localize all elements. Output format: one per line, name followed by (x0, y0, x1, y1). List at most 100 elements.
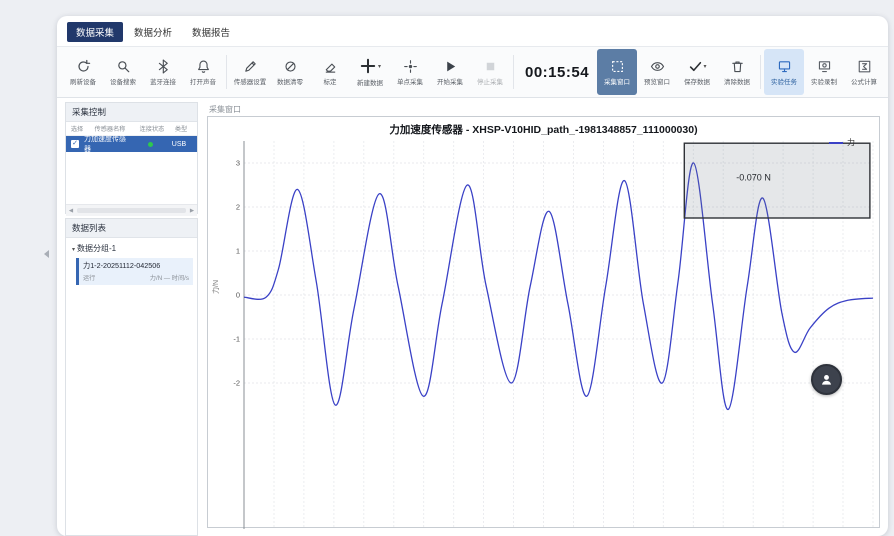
legend-series-name: 力 (847, 137, 855, 148)
trash-icon (730, 59, 745, 74)
plus-icon (359, 57, 377, 75)
button-label: 新建数据 (357, 77, 383, 87)
toolbar-separator (226, 55, 227, 89)
toolbar-separator (513, 55, 514, 89)
button-label: 打开声音 (190, 76, 216, 86)
button-label: 设备搜索 (110, 76, 136, 86)
formula-calc-button[interactable]: 公式计算 (844, 49, 884, 95)
bluetooth-connect-button[interactable]: 蓝牙连接 (143, 49, 183, 95)
y-tick-label: -2 (233, 379, 240, 388)
button-label: 传感器设置 (234, 76, 267, 86)
check-icon (688, 59, 703, 74)
button-label: 刷新设备 (70, 76, 96, 86)
scrollbar-track[interactable] (77, 208, 186, 213)
y-tick-label: 0 (236, 291, 240, 300)
collect-window-button[interactable]: 采集窗口 (597, 49, 637, 95)
tree-caret-icon: ▾ (72, 247, 75, 253)
sensor-row[interactable]: ✓ 力加速度传感器 USB (66, 136, 197, 152)
scroll-left-arrow[interactable]: ◀ (66, 208, 76, 214)
toolbar-separator (760, 55, 761, 89)
column-select: 选择 (68, 124, 86, 133)
legend-line-swatch (829, 142, 843, 144)
sensor-settings-button[interactable]: 传感器设置 (230, 49, 270, 95)
experiment-record-button[interactable]: 实验录制 (804, 49, 844, 95)
monitor-tasks-icon (777, 59, 792, 74)
button-label: 标定 (324, 76, 337, 86)
button-label: 开始采集 (437, 76, 463, 86)
sensor-list-empty-area (66, 152, 197, 204)
preview-window-button[interactable]: 预览窗口 (637, 49, 677, 95)
save-data-button[interactable]: ▾ 保存数据 (677, 49, 717, 95)
selection-value-label: -0.070 N (736, 173, 771, 183)
y-tick-label: 3 (236, 159, 240, 168)
start-collect-button[interactable]: 开始采集 (430, 49, 470, 95)
button-label: 蓝牙连接 (150, 76, 176, 86)
button-label: 实验任务 (771, 76, 797, 86)
main-tabbar: 数据采集 数据分析 数据报告 (67, 22, 241, 42)
refresh-icon (76, 59, 91, 74)
button-label: 公式计算 (851, 76, 877, 86)
crosshair-point-icon (403, 59, 418, 74)
tab-data-report[interactable]: 数据报告 (183, 22, 239, 42)
button-label: 实验录制 (811, 76, 837, 86)
record-screen-icon (817, 59, 832, 74)
chart-title: 力加速度传感器 - XHSP-V10HID_path_-1981348857_1… (208, 122, 879, 137)
column-type: 类型 (170, 124, 192, 133)
collect-control-header: 采集控制 (66, 103, 197, 122)
bluetooth-icon (156, 59, 171, 74)
data-record-status: 运行 (83, 273, 95, 282)
sound-toggle-button[interactable]: 打开声音 (183, 49, 223, 95)
sensor-type: USB (168, 141, 190, 148)
collect-window-label: 采集窗口 (209, 104, 241, 115)
data-group-row[interactable]: ▾数据分组-1 (66, 238, 197, 256)
refresh-devices-button[interactable]: 刷新设备 (63, 49, 103, 95)
support-button[interactable] (811, 364, 842, 395)
selection-region[interactable] (684, 143, 870, 218)
stop-collect-button[interactable]: 停止采集 (470, 49, 510, 95)
chart-plot-area[interactable]: 3 2 1 0 -1 -2 -0.070 N (208, 117, 881, 529)
search-icon (116, 59, 131, 74)
single-sample-button[interactable]: 单点采集 (390, 49, 430, 95)
button-label: 单点采集 (397, 76, 423, 86)
y-tick-label: 2 (236, 203, 240, 212)
pen-icon (243, 59, 258, 74)
button-label: 清除数据 (724, 76, 750, 86)
y-tick-label: 1 (236, 247, 240, 256)
y-axis-label: 力/N (211, 269, 221, 305)
horizontal-scrollbar[interactable]: ◀ ▶ (66, 204, 197, 216)
data-record-item[interactable]: 力1-2-20251112-042506 运行 力/N — 时间/s (76, 258, 193, 285)
data-record-title: 力1-2-20251112-042506 (83, 261, 189, 271)
data-zero-button[interactable]: 数据清零 (270, 49, 310, 95)
sensor-name: 力加速度传感器 (84, 134, 132, 154)
chevron-down-icon: ▾ (378, 63, 381, 70)
clear-data-button[interactable]: 清除数据 (717, 49, 757, 95)
app-window: 数据采集 数据分析 数据报告 刷新设备 设备搜索 蓝牙连接 打开声音 传感器设置 (57, 16, 888, 536)
data-record-axes: 力/N — 时间/s (150, 273, 189, 282)
column-connection-status: 连接状态 (134, 124, 170, 133)
chart-card: 力加速度传感器 - XHSP-V10HID_path_-1981348857_1… (207, 116, 880, 528)
status-dot (148, 142, 153, 147)
button-label: 数据清零 (277, 76, 303, 86)
y-tick-label: -1 (233, 335, 240, 344)
button-label: 保存数据 (684, 76, 710, 86)
tab-data-analysis[interactable]: 数据分析 (125, 22, 181, 42)
collapse-sidebar-arrow[interactable] (44, 250, 49, 258)
stop-icon (483, 59, 498, 74)
calibrate-button[interactable]: 标定 (310, 49, 350, 95)
column-sensor-name: 传感器名称 (86, 124, 134, 133)
data-list-header: 数据列表 (66, 219, 197, 238)
button-label: 预览窗口 (644, 76, 670, 86)
dashed-selection-icon (610, 59, 625, 74)
scroll-right-arrow[interactable]: ▶ (187, 208, 197, 214)
eye-icon (650, 59, 665, 74)
eraser-icon (323, 59, 338, 74)
new-data-button[interactable]: ▾ 新建数据 (350, 49, 390, 95)
data-group-label: 数据分组-1 (77, 244, 116, 253)
tab-data-collection[interactable]: 数据采集 (67, 22, 123, 42)
bell-icon (196, 59, 211, 74)
experiment-tasks-button[interactable]: 实验任务 (764, 49, 804, 95)
sensor-checkbox[interactable]: ✓ (71, 140, 79, 148)
play-icon (443, 59, 458, 74)
zero-slash-icon (283, 59, 298, 74)
search-devices-button[interactable]: 设备搜索 (103, 49, 143, 95)
